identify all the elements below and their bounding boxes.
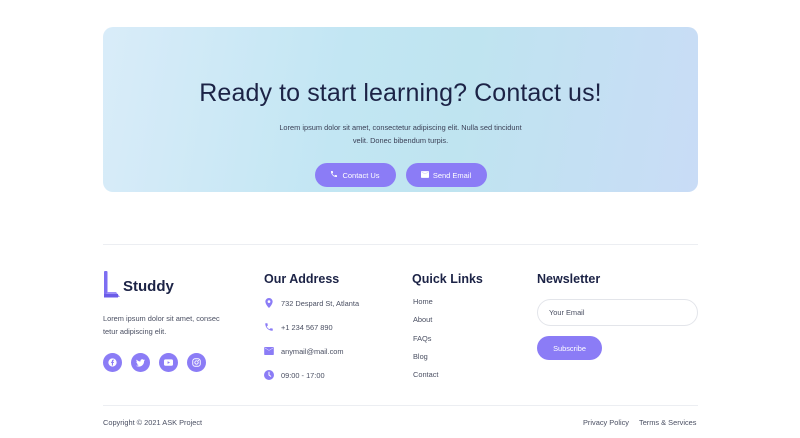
- phone-icon: [330, 170, 338, 180]
- quick-link-home[interactable]: Home: [413, 297, 433, 306]
- clock-icon: [264, 370, 274, 380]
- address-email: anymail@mail.com: [264, 346, 344, 356]
- social-links: [103, 353, 206, 372]
- send-email-button[interactable]: Send Email: [405, 163, 487, 187]
- footer-bottom-divider: [103, 405, 698, 406]
- mail-icon: [420, 170, 429, 180]
- address-hours-text: 09:00 - 17:00: [281, 370, 325, 380]
- subscribe-button[interactable]: Subscribe: [537, 336, 602, 360]
- youtube-icon[interactable]: [159, 353, 178, 372]
- cta-description-line1: Lorem ipsum dolor sit amet, consectetur …: [279, 123, 522, 132]
- address-email-text: anymail@mail.com: [281, 346, 344, 356]
- quick-link-blog[interactable]: Blog: [413, 352, 428, 361]
- facebook-icon[interactable]: [103, 353, 122, 372]
- instagram-icon[interactable]: [187, 353, 206, 372]
- brand-name: Studdy: [123, 277, 174, 295]
- about-line2: tetur adipiscing elit.: [103, 327, 167, 336]
- map-pin-icon: [264, 298, 274, 308]
- address-phone-text: +1 234 567 890: [281, 322, 333, 332]
- contact-us-button[interactable]: Contact Us: [314, 163, 396, 187]
- about-line1: Lorem ipsum dolor sit amet, consec: [103, 314, 220, 323]
- address-phone: +1 234 567 890: [264, 322, 333, 332]
- brand-logo-link[interactable]: Studdy: [103, 270, 174, 300]
- cta-title: Ready to start learning? Contact us!: [199, 79, 602, 107]
- cta-buttons: Contact Us Send Email: [103, 163, 698, 187]
- newsletter-email-input[interactable]: Your Email: [537, 299, 698, 326]
- quick-link-faqs[interactable]: FAQs: [413, 334, 431, 343]
- cta-description: Lorem ipsum dolor sit amet, consectetur …: [253, 121, 548, 147]
- about-text: Lorem ipsum dolor sit amet, consec tetur…: [103, 312, 233, 338]
- address-location: 732 Despard St, Atlanta: [264, 298, 359, 308]
- copyright-text: Copyright © 2021 ASK Project: [103, 418, 203, 427]
- studdy-logo-icon: [103, 270, 121, 300]
- contact-us-label: Contact Us: [342, 170, 380, 180]
- newsletter-title: Newsletter: [537, 272, 601, 286]
- mail-icon: [264, 346, 274, 356]
- phone-icon: [264, 322, 274, 332]
- address-title: Our Address: [264, 272, 340, 286]
- cta-description-line2: velit. Donec bibendum turpis.: [352, 136, 449, 145]
- send-email-label: Send Email: [432, 170, 472, 180]
- twitter-icon[interactable]: [131, 353, 150, 372]
- cta-banner: Ready to start learning? Contact us! Lor…: [103, 27, 698, 192]
- privacy-policy-link[interactable]: Privacy Policy: [583, 418, 629, 427]
- footer-top-divider: [103, 244, 698, 245]
- quick-link-about[interactable]: About: [413, 315, 432, 324]
- quick-links-title: Quick Links: [412, 272, 483, 286]
- address-hours: 09:00 - 17:00: [264, 370, 325, 380]
- address-location-text: 732 Despard St, Atlanta: [281, 298, 360, 308]
- quick-link-contact[interactable]: Contact: [413, 370, 438, 379]
- terms-link[interactable]: Terms & Services: [639, 418, 697, 427]
